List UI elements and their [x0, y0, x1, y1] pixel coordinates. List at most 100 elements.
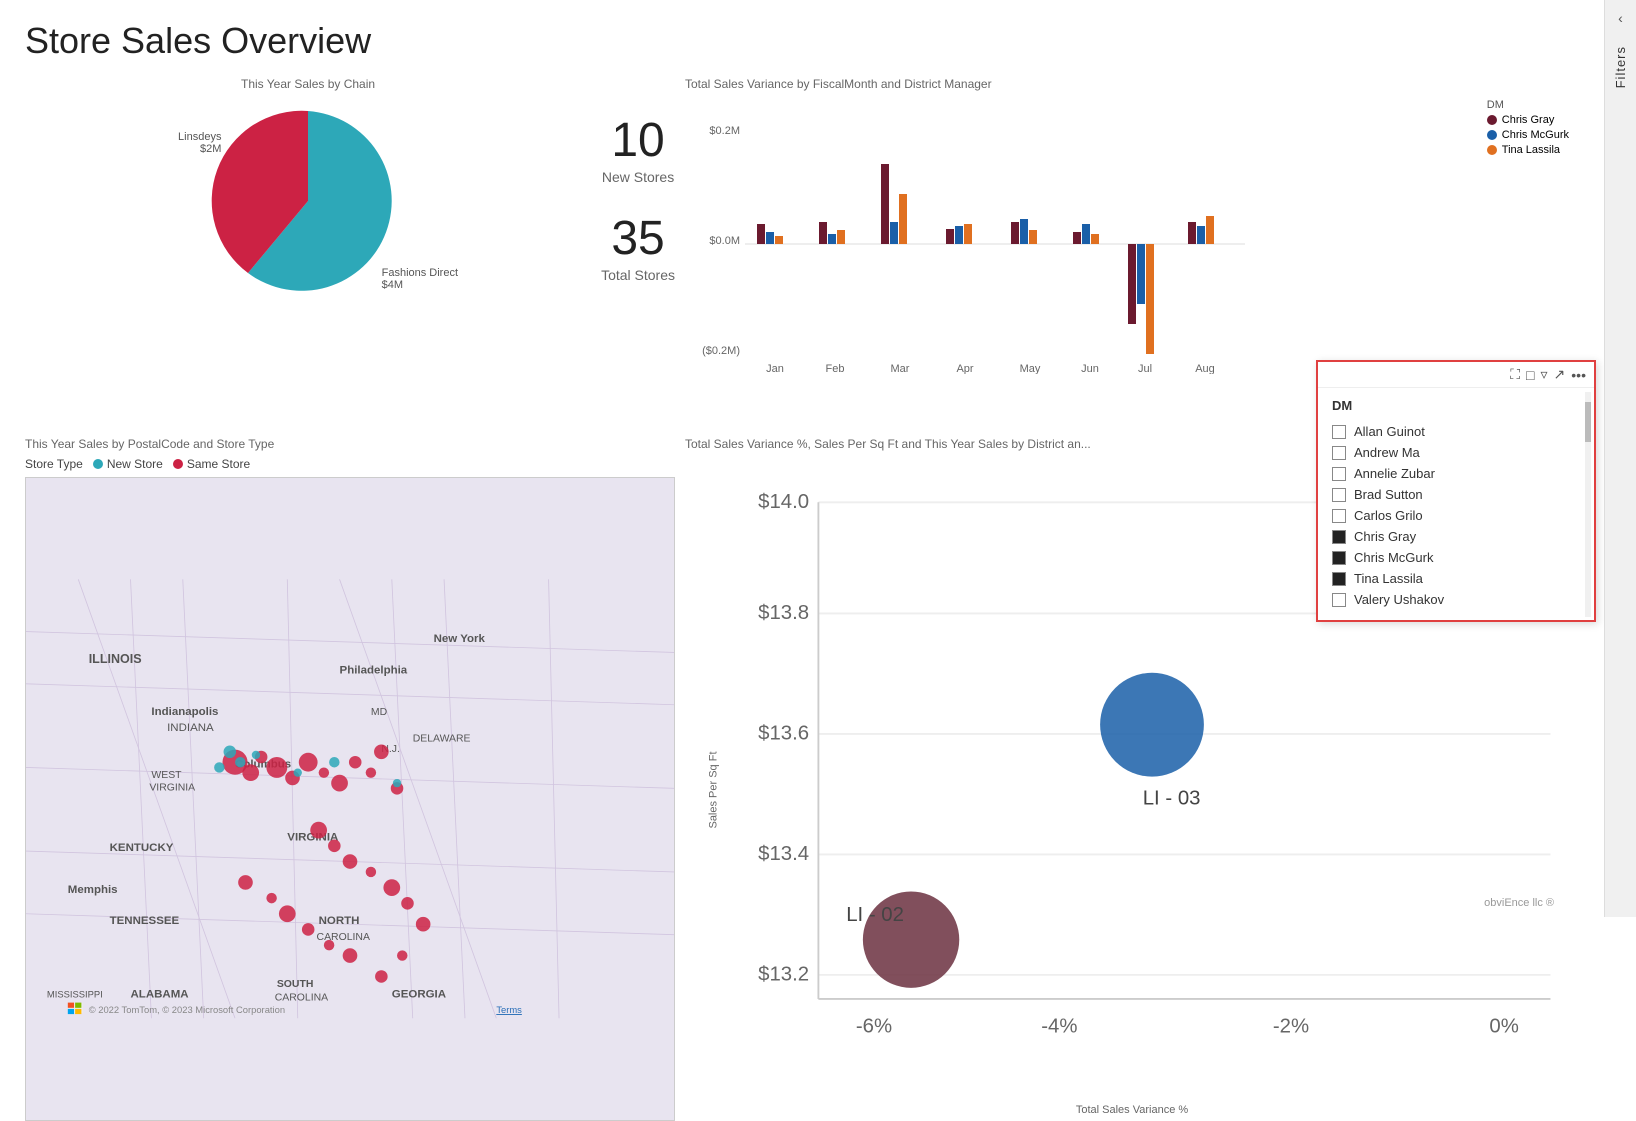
svg-text:Philadelphia: Philadelphia — [340, 664, 408, 676]
svg-text:Jan: Jan — [766, 363, 784, 374]
checkbox-0[interactable] — [1332, 425, 1346, 439]
new-store-label: New Store — [107, 457, 163, 471]
bar-chart-svg: $0.2M $0.0M ($0.2M) Jan Feb Mar Apr May … — [685, 104, 1265, 374]
new-stores-number: 10 — [602, 117, 674, 165]
footer-text: obviEnce llc ® — [1484, 897, 1554, 909]
checkbox-8[interactable] — [1332, 593, 1346, 607]
bar-chart-title: Total Sales Variance by FiscalMonth and … — [685, 77, 1579, 91]
pie-label-linsdeys: Linsdeys $2M — [178, 131, 221, 155]
svg-text:Feb: Feb — [826, 363, 845, 374]
legend-dot-tina-lassila — [1487, 145, 1497, 155]
scatter-y-axis-label: Sales Per Sq Ft — [708, 751, 720, 828]
filters-sidebar[interactable]: ‹ Filters — [1604, 0, 1636, 917]
svg-text:$13.8: $13.8 — [758, 602, 809, 624]
filter-item-5[interactable]: Chris Gray — [1332, 526, 1580, 547]
checkbox-6[interactable] — [1332, 551, 1346, 565]
top-left-panel: This Year Sales by Chain Linsdeys $2M — [25, 77, 675, 427]
checkbox-3[interactable] — [1332, 488, 1346, 502]
svg-text:($0.2M): ($0.2M) — [702, 345, 740, 357]
svg-text:INDIANA: INDIANA — [167, 722, 214, 734]
filters-label[interactable]: Filters — [1613, 46, 1628, 88]
svg-text:GEORGIA: GEORGIA — [392, 988, 446, 1000]
svg-text:$13.2: $13.2 — [758, 963, 809, 985]
filter-panel-header: ⛶ □ ▿ ↗ ••• — [1318, 362, 1594, 388]
expand-icon[interactable]: ↗ — [1554, 366, 1566, 383]
sidebar-collapse-arrow[interactable]: ‹ — [1618, 10, 1623, 26]
filter-scrollbar[interactable] — [1585, 392, 1591, 617]
filter-item-8[interactable]: Valery Ushakov — [1332, 589, 1580, 610]
checkbox-5[interactable] — [1332, 530, 1346, 544]
pie-chart-section: This Year Sales by Chain Linsdeys $2M — [25, 77, 591, 301]
svg-text:© 2022 TomTom, © 2023 Microsof: © 2022 TomTom, © 2023 Microsoft Corporat… — [89, 1004, 285, 1015]
more-options-icon[interactable]: ••• — [1571, 367, 1586, 383]
svg-text:ALABAMA: ALABAMA — [131, 988, 189, 1000]
filter-label-2: Annelie Zubar — [1354, 466, 1435, 481]
checkbox-2[interactable] — [1332, 467, 1346, 481]
svg-text:-4%: -4% — [1041, 1015, 1077, 1037]
filter-item-2[interactable]: Annelie Zubar — [1332, 463, 1580, 484]
svg-text:Memphis: Memphis — [68, 884, 118, 896]
bar-chart-legend: DM Chris Gray Chris McGurk Tina Lassila — [1487, 99, 1569, 159]
filter-label-1: Andrew Ma — [1354, 445, 1420, 460]
svg-text:Jun: Jun — [1081, 363, 1099, 374]
filter-dm-title: DM — [1332, 398, 1580, 413]
svg-text:MISSISSIPPI: MISSISSIPPI — [47, 988, 103, 999]
checkbox-4[interactable] — [1332, 509, 1346, 523]
svg-text:VIRGINIA: VIRGINIA — [149, 782, 195, 793]
filter-label-3: Brad Sutton — [1354, 487, 1423, 502]
pie-chart-title: This Year Sales by Chain — [241, 77, 375, 91]
filter-item-1[interactable]: Andrew Ma — [1332, 442, 1580, 463]
svg-text:$0.0M: $0.0M — [709, 235, 740, 247]
legend-label-tina-lassila: Tina Lassila — [1502, 144, 1560, 156]
svg-text:Mar: Mar — [891, 363, 910, 374]
filter-item-4[interactable]: Carlos Grilo — [1332, 505, 1580, 526]
svg-text:NORTH: NORTH — [319, 915, 360, 927]
legend-label-chris-mcgurk: Chris McGurk — [1502, 129, 1569, 141]
map-container[interactable]: ILLINOIS Indianapolis INDIANA WEST VIRGI… — [25, 477, 675, 1121]
filter-item-7[interactable]: Tina Lassila — [1332, 568, 1580, 589]
pie-label-fashions: Fashions Direct $4M — [382, 267, 458, 291]
metrics-section: 10 New Stores 35 Total Stores — [601, 77, 675, 283]
checkbox-1[interactable] — [1332, 446, 1346, 460]
svg-text:DELAWARE: DELAWARE — [413, 733, 471, 744]
svg-text:SOUTH: SOUTH — [277, 979, 314, 990]
pie-chart: Linsdeys $2M Fashions Direct $4M — [208, 101, 408, 301]
scatter-x-axis-label: Total Sales Variance % — [1076, 1104, 1188, 1116]
filter-panel: ⛶ □ ▿ ↗ ••• DM Allan Guinot Andrew Ma An… — [1316, 360, 1596, 622]
expand-corner-icon[interactable]: □ — [1526, 367, 1534, 383]
svg-text:$14.0: $14.0 — [758, 491, 809, 513]
svg-text:Jul: Jul — [1138, 363, 1152, 374]
filter-panel-body: DM Allan Guinot Andrew Ma Annelie Zubar … — [1318, 388, 1594, 620]
map-svg: ILLINOIS Indianapolis INDIANA WEST VIRGI… — [26, 478, 674, 1120]
svg-text:MD: MD — [371, 707, 388, 718]
svg-text:LI - 03: LI - 03 — [1143, 787, 1201, 809]
filter-icon[interactable]: ▿ — [1541, 366, 1548, 383]
store-type-label: Store Type — [25, 457, 83, 471]
filter-item-3[interactable]: Brad Sutton — [1332, 484, 1580, 505]
filter-scrollbar-thumb[interactable] — [1585, 402, 1591, 442]
map-title: This Year Sales by PostalCode and Store … — [25, 437, 675, 451]
filter-item-0[interactable]: Allan Guinot — [1332, 421, 1580, 442]
filter-item-6[interactable]: Chris McGurk — [1332, 547, 1580, 568]
checkbox-7[interactable] — [1332, 572, 1346, 586]
resize-icon[interactable]: ⛶ — [1510, 366, 1520, 383]
bottom-left-panel: This Year Sales by PostalCode and Store … — [25, 437, 675, 1121]
legend-dot-chris-mcgurk — [1487, 130, 1497, 140]
filter-label-4: Carlos Grilo — [1354, 508, 1423, 523]
total-stores-metric: 35 Total Stores — [601, 215, 675, 283]
new-store-dot — [93, 459, 103, 469]
svg-text:TENNESSEE: TENNESSEE — [110, 915, 180, 927]
legend-tina-lassila: Tina Lassila — [1487, 144, 1569, 156]
svg-text:$13.6: $13.6 — [758, 722, 809, 744]
filter-label-6: Chris McGurk — [1354, 550, 1433, 565]
svg-text:WEST: WEST — [151, 770, 182, 781]
svg-text:LI - 02: LI - 02 — [846, 904, 904, 926]
legend-label-chris-gray: Chris Gray — [1502, 114, 1555, 126]
filter-label-7: Tina Lassila — [1354, 571, 1423, 586]
filter-label-0: Allan Guinot — [1354, 424, 1425, 439]
store-type-legend: Store Type New Store Same Store — [25, 457, 675, 471]
new-stores-label: New Stores — [602, 169, 674, 185]
svg-text:May: May — [1020, 363, 1041, 374]
svg-text:CAROLINA: CAROLINA — [317, 932, 370, 943]
same-store-legend-item: Same Store — [173, 457, 250, 471]
